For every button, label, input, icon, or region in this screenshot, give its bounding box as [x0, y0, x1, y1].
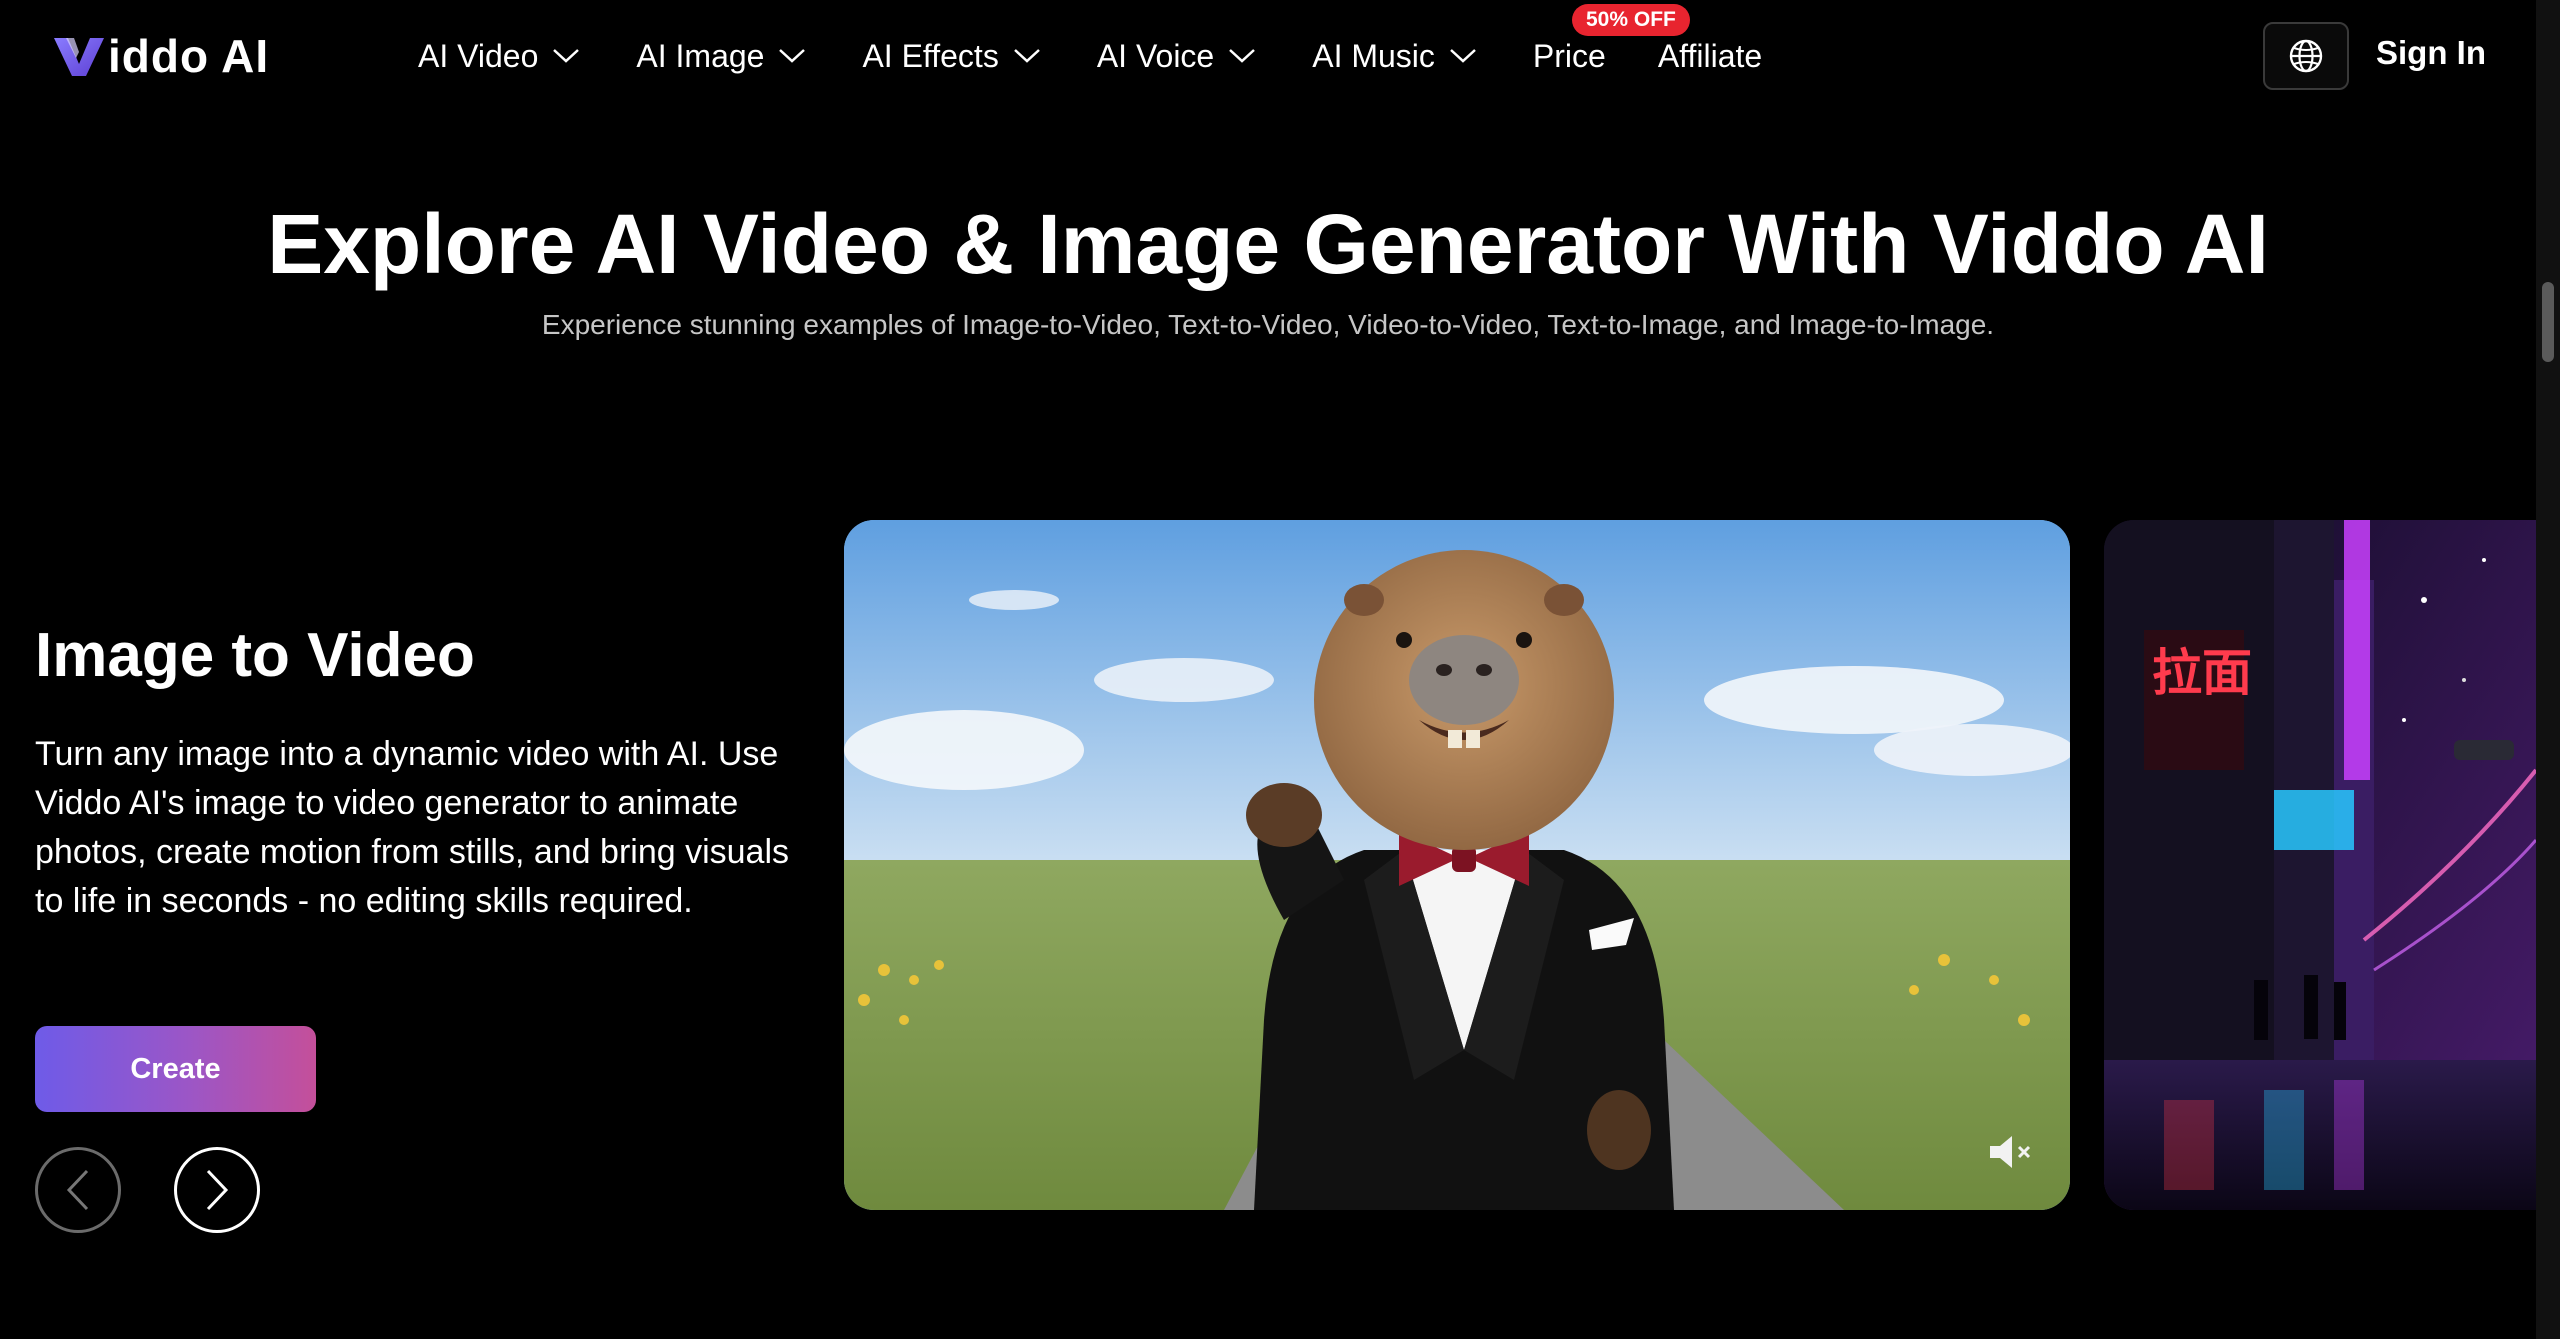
nav-ai-music-label: AI Music — [1312, 37, 1435, 74]
nav-ai-video[interactable]: AI Video — [418, 38, 580, 75]
sign-in-link[interactable]: Sign In — [2376, 34, 2486, 72]
nav-price[interactable]: Price — [1533, 38, 1606, 75]
discount-badge: 50% OFF — [1572, 4, 1690, 36]
hero-subtitle: Experience stunning examples of Image-to… — [541, 309, 1995, 340]
hero-title: Explore AI Video & Image Generator With … — [267, 197, 2269, 291]
video-preview[interactable] — [844, 520, 2070, 1210]
next-video-preview[interactable]: 拉面 — [2104, 520, 2536, 1210]
scrollbar-thumb[interactable] — [2542, 282, 2554, 362]
nav-ai-voice-label: AI Voice — [1096, 37, 1215, 74]
neon-city-thumbnail: 拉面 — [2104, 520, 2536, 1210]
chevron-down-icon — [779, 49, 806, 63]
create-button[interactable]: Create — [35, 1026, 316, 1112]
logo-v-icon — [54, 38, 104, 76]
chevron-down-icon — [1450, 49, 1476, 63]
carousel-prev-button[interactable] — [35, 1147, 121, 1233]
chevron-down-icon — [553, 49, 580, 63]
chevron-right-icon — [206, 1169, 229, 1211]
nav-ai-effects[interactable]: AI Effects — [862, 38, 1040, 75]
neon-sign-text: 拉面 — [2152, 644, 2252, 702]
carousel-next-button[interactable] — [174, 1147, 260, 1233]
feature-title: Image to Video — [35, 621, 475, 690]
page-scrollbar[interactable] — [2536, 0, 2560, 1339]
nav-ai-voice[interactable]: AI Voice — [1097, 38, 1256, 75]
chevron-down-icon — [1013, 49, 1040, 63]
capybara-video-thumbnail — [844, 520, 2070, 1210]
site-header: iddo AI AI Video AI Image AI Effects AI … — [0, 0, 2536, 112]
chevron-left-icon — [66, 1169, 89, 1211]
logo[interactable]: iddo AI — [52, 26, 269, 86]
feature-description: Turn any image into a dynamic video with… — [35, 735, 790, 920]
nav-ai-effects-label: AI Effects — [862, 37, 999, 74]
nav-affiliate-label: Affiliate — [1657, 37, 1763, 74]
nav-affiliate[interactable]: Affiliate — [1658, 38, 1762, 75]
nav-ai-image-label: AI Image — [636, 37, 765, 74]
nav-ai-image[interactable]: AI Image — [636, 38, 806, 75]
globe-icon — [2289, 39, 2323, 73]
language-button[interactable] — [2263, 22, 2349, 90]
chevron-down-icon — [1229, 49, 1256, 63]
mute-icon[interactable] — [1984, 1130, 2034, 1174]
nav-price-label: Price — [1532, 37, 1606, 74]
nav-ai-video-label: AI Video — [418, 37, 539, 74]
main-nav: AI Video AI Image AI Effects AI Voice AI… — [418, 30, 1814, 82]
logo-text: iddo AI — [108, 30, 270, 82]
nav-ai-music[interactable]: AI Music — [1312, 38, 1477, 75]
page: iddo AI AI Video AI Image AI Effects AI … — [0, 0, 2560, 1339]
